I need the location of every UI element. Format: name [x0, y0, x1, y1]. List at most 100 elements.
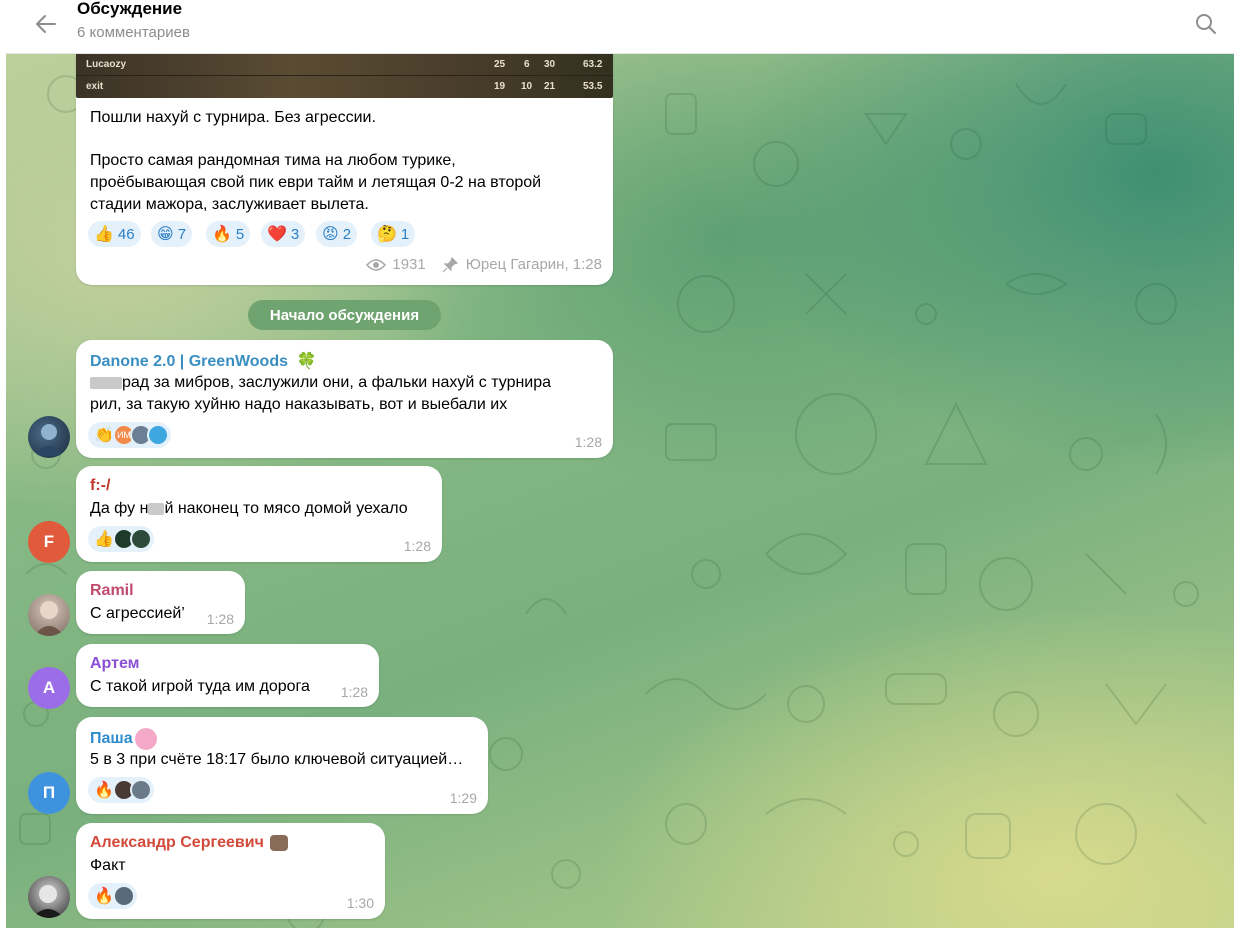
post-meta: 1931 Юрец Гагарин, 1:28 — [366, 256, 602, 273]
reactor-avatar — [146, 424, 169, 446]
back-button[interactable] — [28, 6, 64, 42]
stat-kills: 25 — [494, 59, 506, 70]
post-text-line: Пошли нахуй с турнира. Без агрессии. — [90, 109, 376, 126]
reaction-count: 7 — [177, 225, 187, 243]
stat-rating: 63.2 — [583, 59, 603, 70]
arrow-left-icon — [36, 15, 56, 33]
reaction-thumbs-up[interactable]: 👍 — [88, 526, 154, 552]
discussion-start-divider: Начало обсуждения — [248, 300, 441, 330]
reactor-avatar — [129, 528, 152, 550]
avatar[interactable]: П — [28, 772, 70, 814]
reactor-avatar — [129, 779, 152, 801]
message-time: 1:28 — [340, 684, 368, 700]
reaction-grin[interactable]: 😁 7 — [151, 221, 193, 247]
comment-bubble[interactable]: f:-/ Да фу нй наконец то мясо домой уеха… — [76, 466, 442, 562]
comment-author[interactable]: Александр Сергеевич — [90, 834, 288, 852]
avatar[interactable] — [28, 876, 70, 918]
angry-face-icon: 😡 — [322, 226, 339, 243]
avatar[interactable] — [28, 594, 70, 636]
reaction-angry[interactable]: 😡 2 — [316, 221, 358, 247]
reaction-count: 2 — [342, 225, 352, 243]
reaction-fire[interactable]: 🔥 5 — [206, 221, 251, 247]
comment-text: рил, за такую хуйню надо наказывать, вот… — [90, 396, 508, 413]
comment-author[interactable]: Ramil — [90, 582, 134, 600]
reaction-thumbs-up[interactable]: 👍 46 — [88, 221, 141, 247]
comment-bubble[interactable]: Danone 2.0 | GreenWoods 🍀 рад за мибров,… — [76, 340, 613, 458]
message-time: 1:30 — [346, 895, 374, 911]
stat-deaths: 21 — [544, 81, 556, 92]
avatar-image — [32, 885, 64, 918]
page-title: Обсуждение — [77, 0, 183, 18]
redacted-text — [90, 376, 122, 389]
comment-bubble[interactable]: Александр Сергеевич Факт 🔥 1:30 — [76, 823, 385, 919]
comment-text: С агрессией’ — [90, 605, 185, 622]
divider-label: Начало обсуждения — [269, 306, 420, 324]
search-button[interactable] — [1188, 6, 1224, 42]
comment-author[interactable]: Паша — [90, 728, 157, 750]
clover-icon: 🍀 — [296, 353, 317, 370]
reaction-thinking[interactable]: 🤔 1 — [371, 221, 416, 247]
comment-text: Да фу нй наконец то мясо домой уехало — [90, 500, 408, 517]
thumbs-up-icon: 👍 — [94, 226, 114, 243]
comment-bubble[interactable]: Артем С такой игрой туда им дорога 1:28 — [76, 644, 379, 707]
avatar-letter: F — [43, 532, 55, 551]
reaction-clap[interactable]: 👏 ИМ — [88, 422, 171, 448]
view-count: 1931 — [392, 256, 426, 273]
message-time: 1:28 — [574, 434, 602, 450]
channel-post[interactable]: Lucaozy 25 6 30 63.2 exit 19 10 21 53.5 … — [76, 54, 613, 285]
pin-icon — [442, 256, 458, 272]
comment-text: Факт — [90, 857, 126, 874]
fire-icon: 🔥 — [94, 888, 114, 905]
chat-header: Обсуждение 6 комментариев — [6, 0, 1234, 54]
cat-icon — [269, 835, 288, 851]
avatar[interactable]: А — [28, 667, 70, 709]
post-author-time: Юрец Гагарин, 1:28 — [465, 256, 602, 273]
post-text-line: стадии мажора, заслуживает вылета. — [90, 196, 369, 213]
avatar[interactable]: F — [28, 521, 70, 563]
stat-assists: 6 — [524, 59, 530, 70]
comment-author[interactable]: Danone 2.0 | GreenWoods 🍀 — [90, 351, 316, 371]
fire-icon: 🔥 — [212, 226, 232, 243]
avatar-letter: А — [42, 678, 56, 697]
comment-count: 6 комментариев — [77, 24, 190, 41]
message-time: 1:29 — [449, 790, 477, 806]
redacted-text — [148, 502, 165, 515]
reactor-avatar — [112, 885, 135, 907]
avatar-image — [34, 601, 64, 636]
stats-row: Lucaozy 25 6 30 63.2 — [76, 54, 613, 76]
thinking-face-icon: 🤔 — [377, 226, 397, 243]
stat-kills: 19 — [494, 81, 506, 92]
player-name: exit — [86, 81, 104, 92]
reaction-count: 46 — [117, 225, 135, 243]
comment-bubble[interactable]: Ramil С агрессией’ 1:28 — [76, 571, 245, 634]
stat-assists: 10 — [521, 81, 533, 92]
chat-background[interactable]: Lucaozy 25 6 30 63.2 exit 19 10 21 53.5 … — [6, 54, 1234, 928]
stats-image: Lucaozy 25 6 30 63.2 exit 19 10 21 53.5 — [76, 54, 613, 98]
thumbs-up-icon: 👍 — [94, 531, 114, 548]
comment-text: С такой игрой туда им дорога — [90, 678, 310, 695]
reaction-count: 5 — [235, 225, 245, 243]
avatar[interactable] — [28, 416, 70, 458]
post-text-line: проёбывающая свой пик еври тайм и летяща… — [90, 174, 542, 191]
stat-rating: 53.5 — [583, 81, 603, 92]
post-text-line: Просто самая рандомная тима на любом тур… — [90, 152, 456, 169]
reaction-count: 1 — [400, 225, 410, 243]
comment-text: рад за мибров, заслужили они, а фальки н… — [90, 372, 551, 394]
fire-icon: 🔥 — [94, 782, 114, 799]
eye-icon — [366, 258, 387, 271]
search-icon — [1196, 14, 1216, 34]
reaction-heart[interactable]: ❤️ 3 — [261, 221, 306, 247]
comment-bubble[interactable]: Паша 5 в 3 при счёте 18:17 было ключевой… — [76, 717, 488, 814]
avatar-image — [34, 424, 64, 456]
pink-face-icon — [134, 728, 157, 750]
stat-deaths: 30 — [544, 59, 556, 70]
message-time: 1:28 — [206, 611, 234, 627]
reaction-count: 3 — [290, 225, 300, 243]
comment-text: 5 в 3 при счёте 18:17 было ключевой ситу… — [90, 751, 464, 768]
comment-author[interactable]: Артем — [90, 655, 139, 673]
comment-author[interactable]: f:-/ — [90, 477, 110, 495]
reaction-fire[interactable]: 🔥 — [88, 883, 137, 909]
stats-row: exit 19 10 21 53.5 — [76, 76, 613, 98]
reaction-fire[interactable]: 🔥 — [88, 777, 154, 803]
message-time: 1:28 — [403, 538, 431, 554]
